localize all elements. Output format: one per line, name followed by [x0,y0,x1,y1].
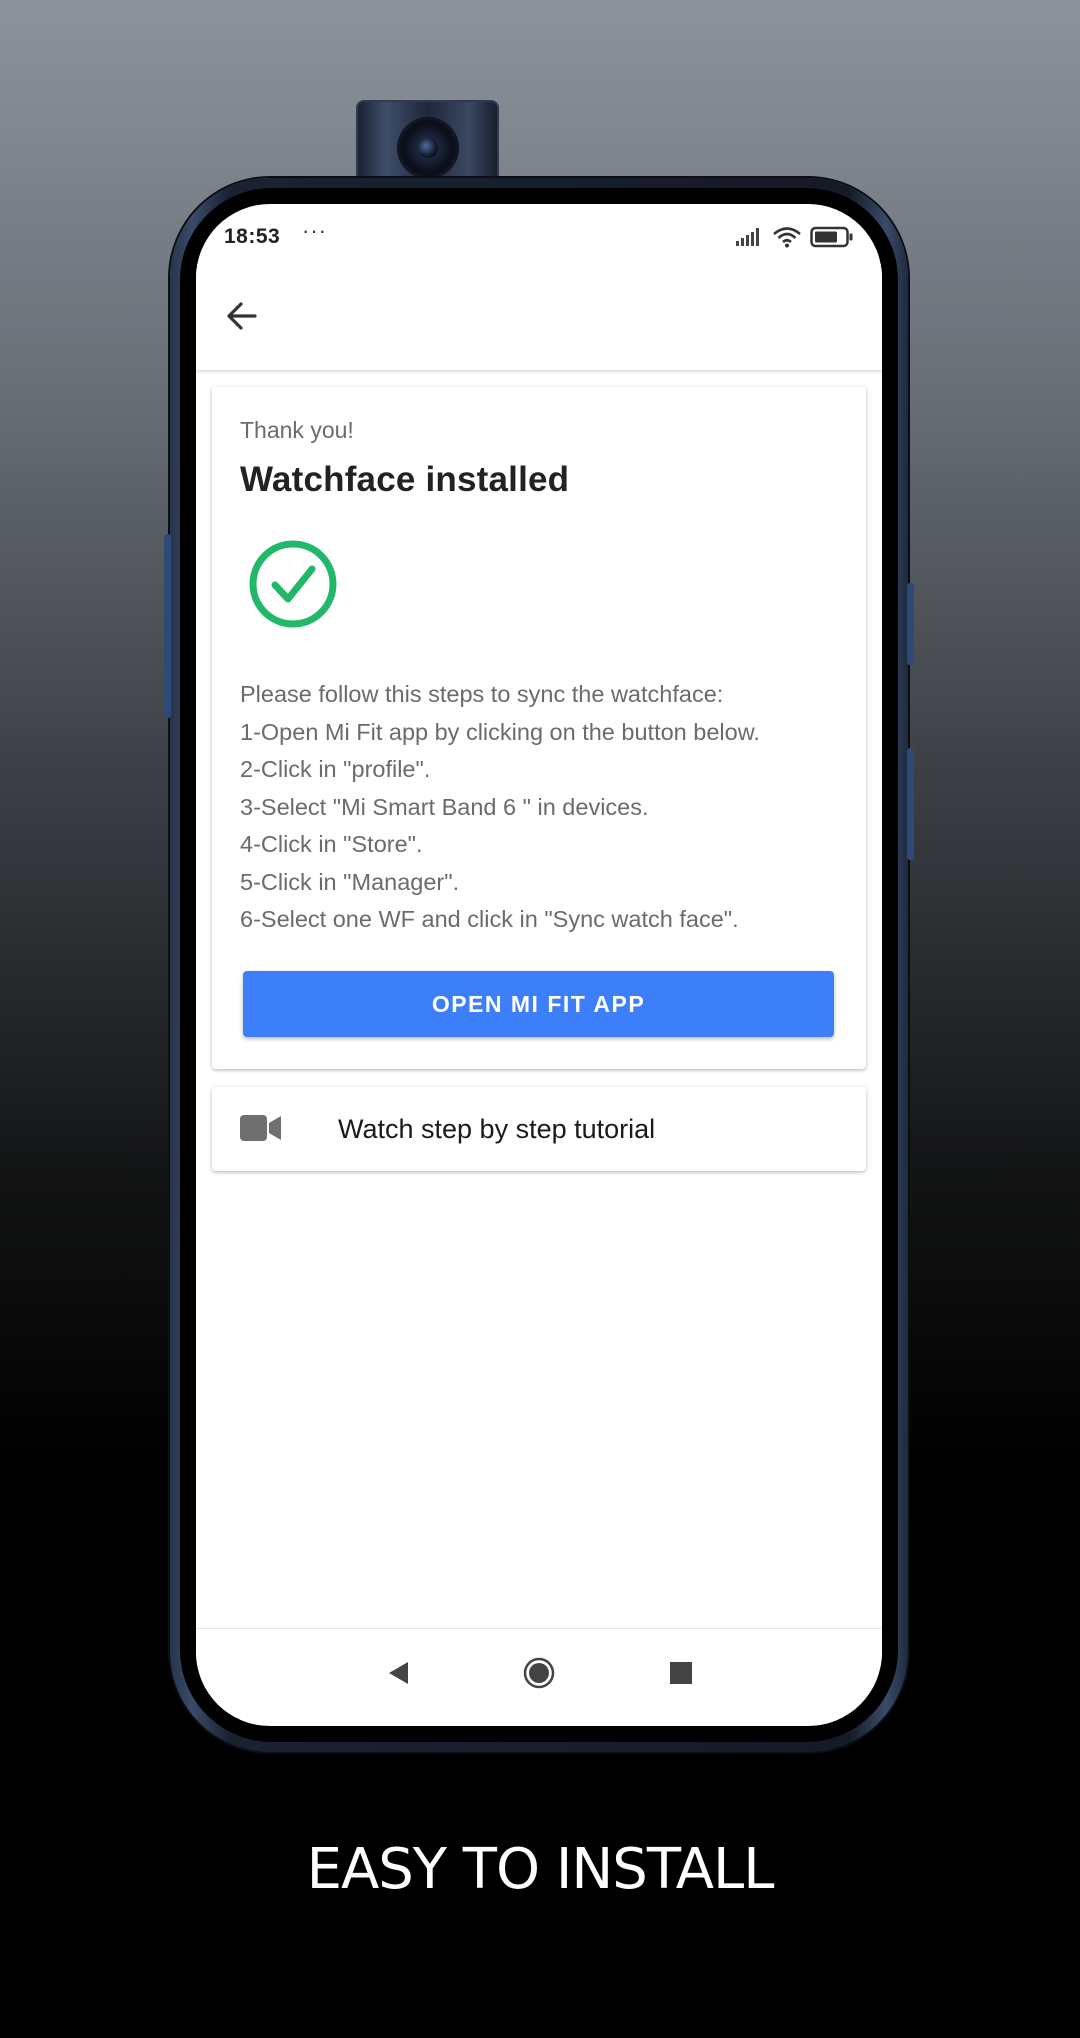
status-icons [736,226,854,248]
back-triangle-icon [389,1662,408,1684]
step-6: 6-Select one WF and click in "Sync watch… [240,906,739,932]
open-mi-fit-button[interactable]: OPEN MI FIT APP [243,971,834,1037]
check-circle-icon [249,540,337,628]
video-camera-icon [240,1115,281,1141]
step-5: 5-Click in "Manager". [240,868,460,895]
volume-button [164,534,171,718]
nav-recents-button[interactable] [661,1653,701,1693]
footer-caption: EASY TO INSTALL [306,1837,775,1902]
nav-home-button[interactable] [519,1653,559,1693]
side-button [907,748,914,860]
phone-screen: 18:53 ··· Thank you! Watchface installed… [196,204,882,1726]
status-time: 18:53 [224,225,281,248]
step-3: 3-Select "Mi Smart Band 6 " in devices. [240,793,649,820]
camera-lens-icon [400,120,456,176]
recents-square-icon [670,1662,692,1684]
arrow-left-icon [227,302,257,330]
step-intro: Please follow this steps to sync the wat… [240,681,724,707]
back-button[interactable] [222,296,262,336]
sync-steps-list: Please follow this steps to sync the wat… [240,676,850,939]
tutorial-card[interactable]: Watch step by step tutorial [212,1087,866,1171]
nav-back-button[interactable] [377,1653,417,1693]
power-button [907,583,914,665]
system-nav-bar [196,1629,882,1724]
signal-icon [736,228,759,246]
tutorial-label: Watch step by step tutorial [338,1114,656,1144]
notification-dots: ··· [302,218,327,243]
home-circle-icon [523,1657,555,1689]
phone-frame: 18:53 ··· Thank you! Watchface installed… [164,178,914,1752]
status-bar: 18:53 ··· [196,204,882,264]
card-title: Watchface installed [240,460,570,499]
thank-you-text: Thank you! [240,417,354,443]
step-1: 1-Open Mi Fit app by clicking on the but… [240,718,760,745]
wifi-icon [773,227,801,248]
app-bar [196,264,882,370]
battery-icon [810,226,853,248]
install-card: Thank you! Watchface installed Please fo… [212,387,866,1069]
step-2: 2-Click in "profile". [240,756,431,782]
step-4: 4-Click in "Store". [240,831,423,857]
